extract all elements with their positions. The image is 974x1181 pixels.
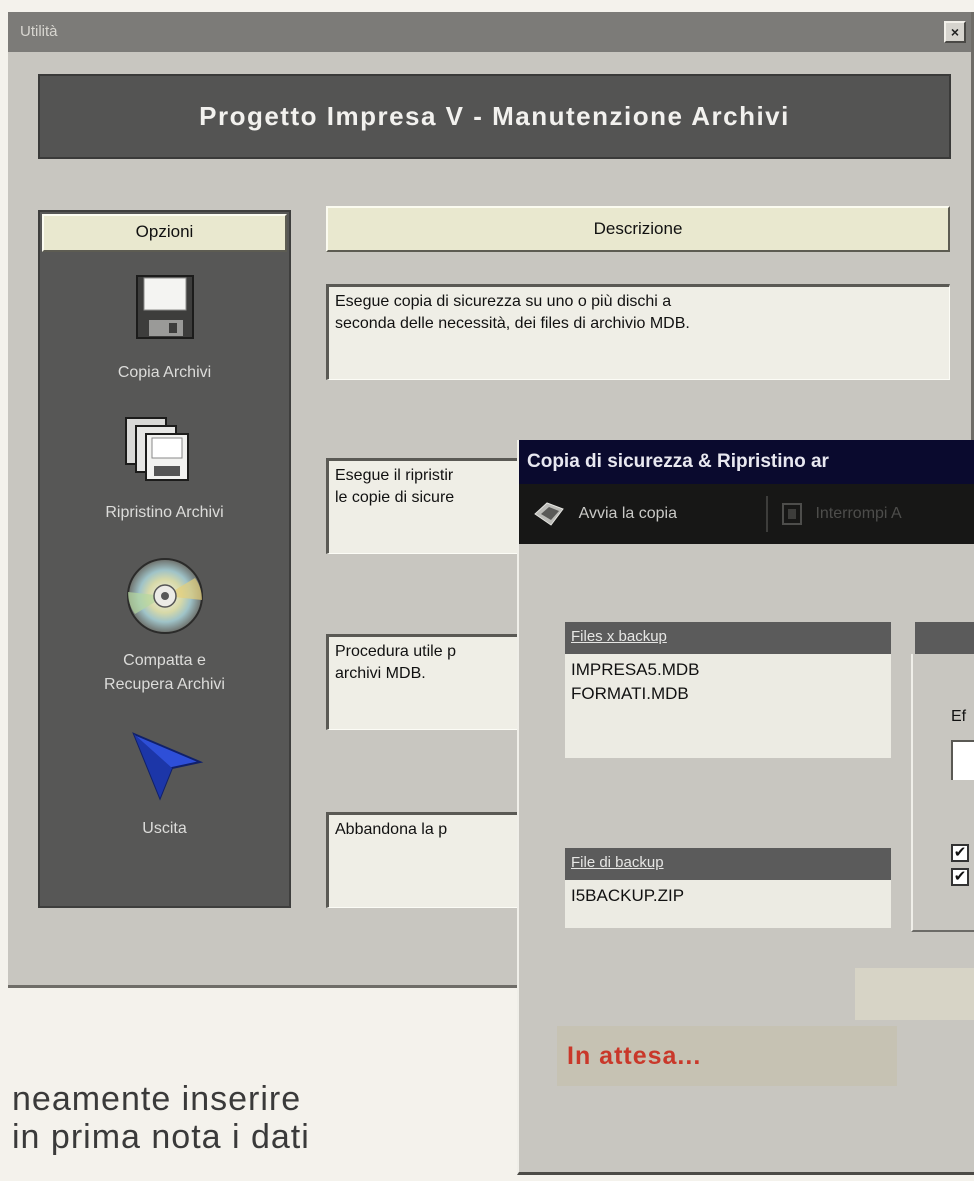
stop-button-disabled[interactable]: Interrompi A bbox=[781, 494, 902, 534]
option-label-uscita: Uscita bbox=[142, 820, 187, 837]
floppy-disk-icon bbox=[136, 275, 194, 339]
close-button[interactable]: × bbox=[944, 21, 966, 43]
stop-button-label: Interrompi A bbox=[815, 505, 902, 522]
options-group-header bbox=[915, 622, 974, 654]
disabled-tool-icon bbox=[782, 502, 802, 525]
description-header: Descrizione bbox=[326, 206, 950, 252]
option-ripristino-archivi[interactable]: Ripristino Archivi bbox=[40, 414, 289, 534]
article-text-line2: in prima nota i dati bbox=[12, 1118, 310, 1156]
arrow-pointer-icon bbox=[132, 732, 204, 801]
status-text: In attesa... bbox=[557, 1026, 897, 1086]
dialog-toolbar: Avvia la copia Interrompi A bbox=[519, 484, 974, 544]
page-title: Progetto Impresa V - Manutenzione Archiv… bbox=[38, 74, 951, 159]
stacked-disks-icon bbox=[125, 417, 189, 481]
option-uscita[interactable]: Uscita bbox=[40, 732, 289, 852]
options-input[interactable] bbox=[951, 740, 974, 780]
option-label-recupera: Recupera Archivi bbox=[104, 676, 225, 693]
list-item[interactable]: IMPRESA5.MDB bbox=[571, 658, 885, 682]
dialog-action-button-partial[interactable] bbox=[855, 968, 974, 1020]
backup-file-field[interactable]: I5BACKUP.ZIP bbox=[565, 880, 891, 928]
backup-dialog: Copia di sicurezza & Ripristino ar Avvia… bbox=[517, 440, 974, 1175]
list-item[interactable]: FORMATI.MDB bbox=[571, 682, 885, 706]
option-checkbox-1[interactable]: ✔ bbox=[951, 844, 969, 862]
backup-dialog-title[interactable]: Copia di sicurezza & Ripristino ar bbox=[519, 440, 974, 484]
article-text-line1: neamente inserire bbox=[12, 1080, 302, 1118]
files-backup-list[interactable]: IMPRESA5.MDB FORMATI.MDB bbox=[565, 654, 891, 758]
start-copy-icon bbox=[534, 502, 564, 526]
description-copia-line2: seconda delle necessità, dei files di ar… bbox=[335, 315, 690, 332]
start-copy-label: Avvia la copia bbox=[578, 505, 677, 522]
main-window-titlebar[interactable]: Utilità × bbox=[8, 12, 971, 52]
article-text: neamente inserire in prima nota i dati bbox=[12, 1080, 482, 1156]
option-checkbox-2[interactable]: ✔ bbox=[951, 868, 969, 886]
option-compatta-recupera[interactable]: Compatta e Recupera Archivi bbox=[40, 556, 289, 706]
close-icon: × bbox=[950, 24, 960, 40]
start-copy-button[interactable]: Avvia la copia bbox=[533, 494, 677, 534]
option-copia-archivi[interactable]: Copia Archivi bbox=[40, 274, 289, 394]
options-group-label: Ef bbox=[951, 708, 967, 725]
files-backup-header: Files x backup bbox=[565, 622, 891, 654]
options-header: Opzioni bbox=[42, 214, 287, 252]
option-label-ripristino: Ripristino Archivi bbox=[105, 504, 224, 521]
backup-file-header: File di backup bbox=[565, 848, 891, 880]
description-copia-line1: Esegue copia di sicurezza su uno o più d… bbox=[335, 293, 672, 310]
description-copia: Esegue copia di sicurezza su uno o più d… bbox=[326, 284, 950, 380]
options-panel: Opzioni Copia Archivi Ripristino Archivi bbox=[38, 210, 291, 908]
options-group: Ef ✔ ✔ bbox=[911, 654, 974, 932]
cd-icon bbox=[127, 558, 203, 634]
toolbar-separator bbox=[766, 496, 768, 532]
main-window-title: Utilità bbox=[20, 23, 58, 40]
option-label-copia: Copia Archivi bbox=[117, 364, 212, 381]
option-label-compatta: Compatta e bbox=[123, 652, 206, 669]
